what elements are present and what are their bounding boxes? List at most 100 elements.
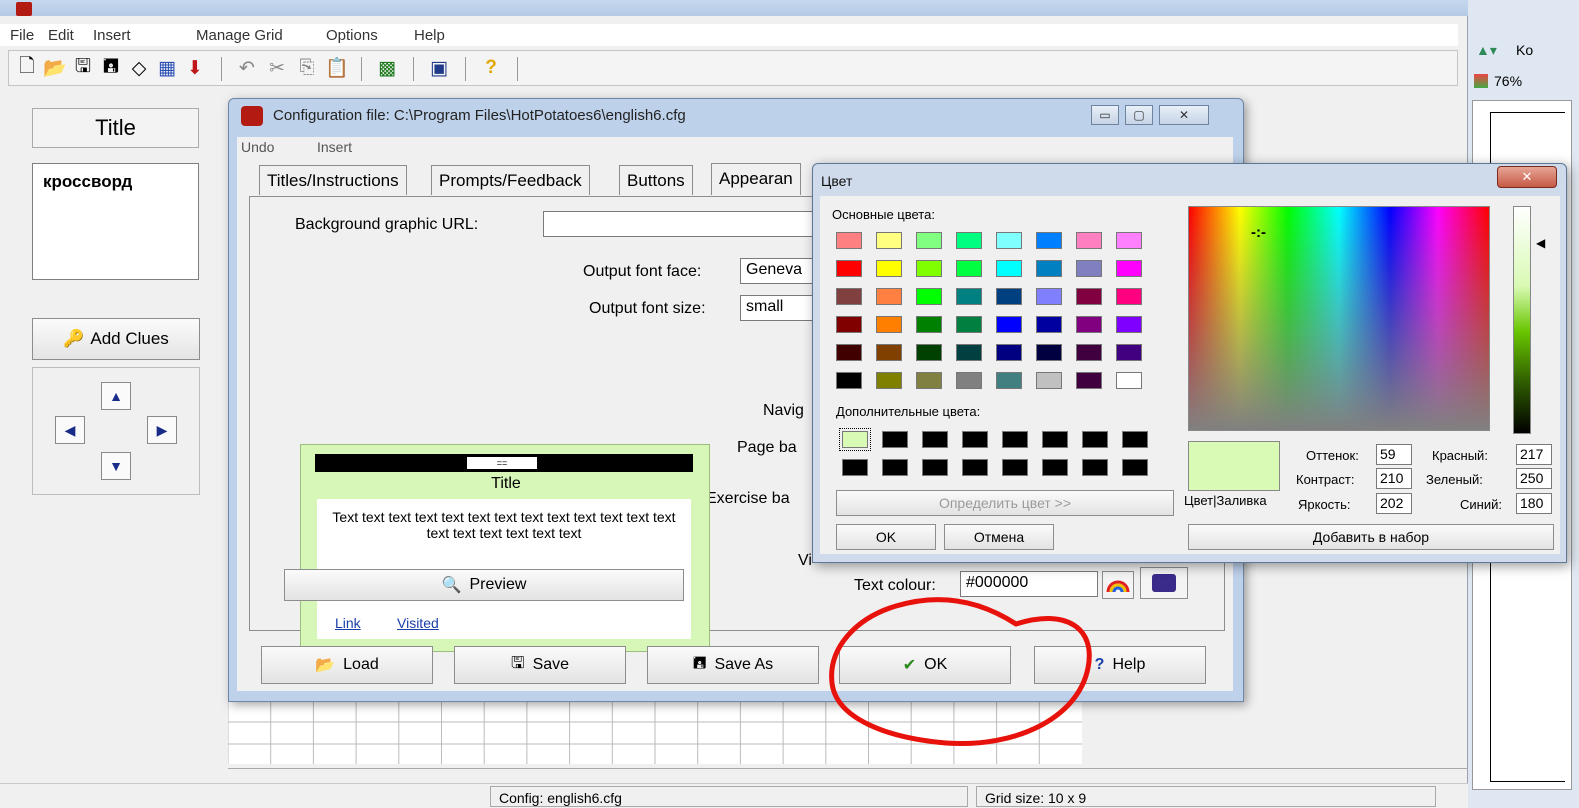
monitor-icon[interactable]: ▣ [427, 55, 451, 81]
basic-color-swatch[interactable] [836, 316, 862, 333]
blue-input[interactable]: 180 [1516, 493, 1552, 514]
basic-color-swatch[interactable] [1116, 260, 1142, 277]
custom-color-swatch[interactable] [1042, 431, 1068, 448]
basic-color-swatch[interactable] [916, 344, 942, 361]
close-icon[interactable]: ✕ [1497, 166, 1557, 188]
save-as-button[interactable]: 🖪 Save As [647, 646, 819, 684]
text-colour-swatch[interactable] [1140, 567, 1188, 599]
basic-color-swatch[interactable] [916, 288, 942, 305]
green-input[interactable]: 250 [1516, 468, 1552, 489]
title-button[interactable]: Title [32, 108, 199, 148]
basic-color-swatch[interactable] [996, 232, 1022, 249]
help-question-icon[interactable]: ? [479, 55, 503, 81]
save-as-icon[interactable]: 🖪 [99, 55, 123, 81]
menu-help[interactable]: Help [414, 27, 445, 44]
basic-color-swatch[interactable] [956, 316, 982, 333]
web-page-icon[interactable]: ▦ [155, 55, 179, 81]
tab-appearance[interactable]: Appearan [711, 163, 801, 195]
luminance-input[interactable]: 202 [1376, 493, 1412, 514]
basic-color-swatch[interactable] [876, 260, 902, 277]
color-ok-button[interactable]: OK [836, 524, 936, 550]
basic-color-swatch[interactable] [1076, 316, 1102, 333]
open-folder-icon[interactable]: 📂 [43, 55, 67, 81]
basic-color-swatch[interactable] [916, 232, 942, 249]
export-down-arrow-icon[interactable]: ⬇ [183, 55, 207, 81]
custom-color-swatch[interactable] [1002, 431, 1028, 448]
custom-color-swatch[interactable] [962, 459, 988, 476]
basic-color-swatch[interactable] [876, 316, 902, 333]
load-button[interactable]: 📂 Load [261, 646, 433, 684]
basic-color-swatch[interactable] [996, 316, 1022, 333]
save-icon[interactable]: 🖫 [71, 55, 95, 81]
basic-color-swatch[interactable] [836, 344, 862, 361]
custom-color-swatch[interactable] [1122, 431, 1148, 448]
menu-edit[interactable]: Edit [48, 27, 74, 44]
tab-titles-instructions[interactable]: Titles/Instructions [259, 165, 407, 195]
paste-icon[interactable]: 📋 [325, 55, 349, 81]
basic-color-swatch[interactable] [1036, 232, 1062, 249]
basic-color-swatch[interactable] [916, 372, 942, 389]
custom-color-swatch[interactable] [962, 431, 988, 448]
maximize-button[interactable]: ▢ [1125, 105, 1153, 125]
red-input[interactable]: 217 [1516, 444, 1552, 465]
basic-color-swatch[interactable] [1036, 288, 1062, 305]
tab-prompts-feedback[interactable]: Prompts/Feedback [431, 165, 590, 195]
preview-button[interactable]: 🔍 Preview [284, 569, 684, 601]
custom-color-swatch[interactable] [839, 428, 871, 451]
luminance-slider[interactable] [1513, 206, 1531, 434]
basic-color-swatch[interactable] [836, 260, 862, 277]
background-graphic-url-input[interactable] [543, 211, 833, 237]
basic-color-swatch[interactable] [956, 372, 982, 389]
basic-color-swatch[interactable] [956, 232, 982, 249]
basic-color-swatch[interactable] [876, 288, 902, 305]
basic-color-swatch[interactable] [916, 260, 942, 277]
basic-color-swatch[interactable] [1076, 260, 1102, 277]
add-clues-button[interactable]: 🔑 Add Clues [32, 318, 200, 360]
save-button[interactable]: 🖫 Save [454, 646, 626, 684]
eraser-icon[interactable]: ◇ [127, 55, 151, 81]
hue-input[interactable]: 59 [1376, 444, 1412, 465]
new-file-icon[interactable]: 🗋 [15, 55, 39, 81]
arrow-down-button[interactable]: ▼ [101, 452, 131, 480]
basic-color-swatch[interactable] [1076, 372, 1102, 389]
menu-file[interactable]: File [10, 27, 34, 44]
arrow-up-button[interactable]: ▲ [101, 382, 131, 410]
basic-color-swatch[interactable] [1036, 260, 1062, 277]
basic-color-swatch[interactable] [1116, 372, 1142, 389]
basic-color-swatch[interactable] [836, 288, 862, 305]
custom-color-swatch[interactable] [1042, 459, 1068, 476]
custom-color-swatch[interactable] [1082, 459, 1108, 476]
menu-insert[interactable]: Insert [93, 27, 131, 44]
basic-color-swatch[interactable] [1036, 316, 1062, 333]
custom-color-swatch[interactable] [1002, 459, 1028, 476]
color-cancel-button[interactable]: Отмена [944, 524, 1054, 550]
tab-buttons[interactable]: Buttons [619, 165, 693, 195]
basic-color-swatch[interactable] [956, 344, 982, 361]
custom-color-swatch[interactable] [842, 459, 868, 476]
basic-color-swatch[interactable] [956, 260, 982, 277]
basic-color-swatch[interactable] [1076, 288, 1102, 305]
copy-icon[interactable]: ⎘ [295, 55, 319, 81]
basic-color-swatch[interactable] [996, 344, 1022, 361]
basic-color-swatch[interactable] [956, 288, 982, 305]
basic-color-swatch[interactable] [1116, 316, 1142, 333]
luminance-pointer-icon[interactable]: ◀ [1536, 236, 1545, 250]
basic-color-swatch[interactable] [876, 232, 902, 249]
menu-insert[interactable]: Insert [317, 139, 352, 155]
color-spectrum[interactable]: -:- [1188, 206, 1490, 431]
undo-icon[interactable]: ↶ [235, 55, 259, 81]
menu-manage-grid[interactable]: Manage Grid [196, 27, 283, 44]
arrow-right-button[interactable]: ▶ [147, 416, 177, 444]
basic-color-swatch[interactable] [836, 232, 862, 249]
basic-color-swatch[interactable] [996, 372, 1022, 389]
grid-icon[interactable]: ▩ [375, 55, 399, 81]
basic-color-swatch[interactable] [1036, 344, 1062, 361]
basic-color-swatch[interactable] [1036, 372, 1062, 389]
custom-color-swatch[interactable] [922, 431, 948, 448]
basic-color-swatch[interactable] [916, 316, 942, 333]
custom-color-swatch[interactable] [1122, 459, 1148, 476]
basic-color-swatch[interactable] [1116, 288, 1142, 305]
basic-color-swatch[interactable] [1076, 232, 1102, 249]
arrow-left-button[interactable]: ◀ [55, 416, 85, 444]
custom-color-swatch[interactable] [1082, 431, 1108, 448]
